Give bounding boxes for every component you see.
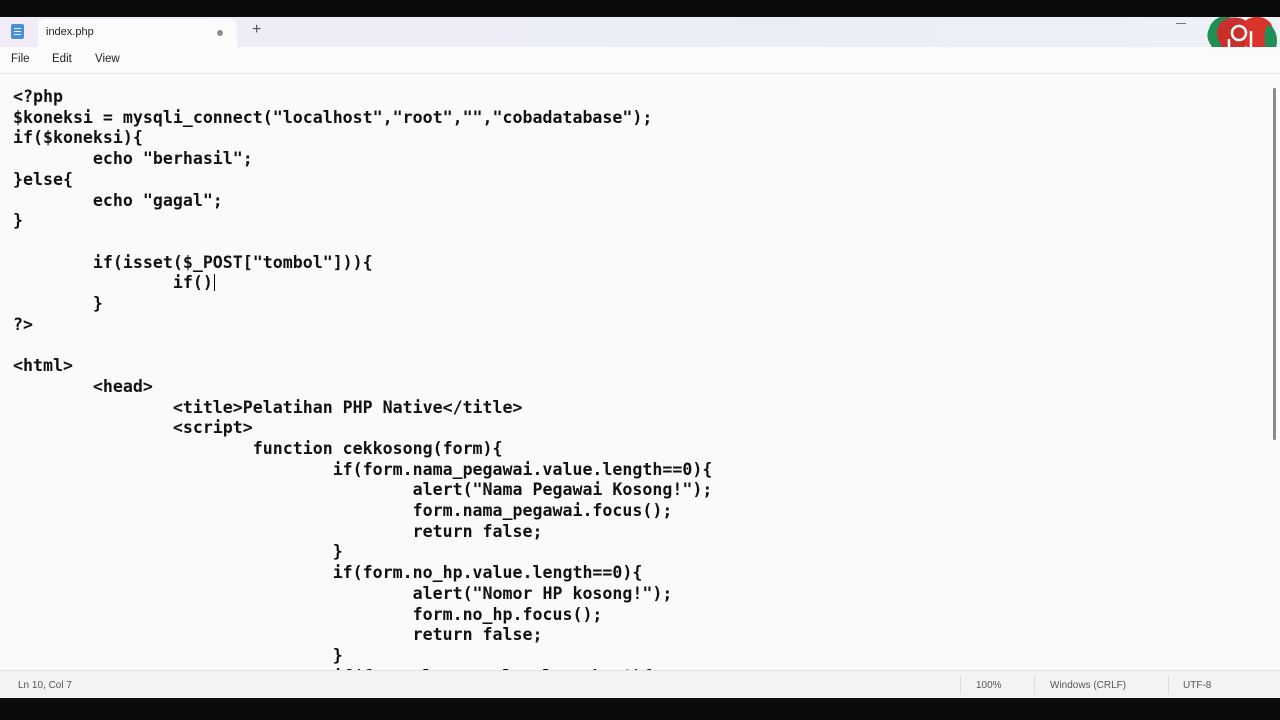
text-editor[interactable]: <?php $koneksi = mysqli_connect("localho… [0, 74, 1270, 670]
vertical-scrollbar[interactable] [1270, 74, 1280, 670]
plus-icon[interactable]: + [252, 21, 261, 39]
code-line: if($koneksi){ [13, 128, 143, 148]
notepad-app-icon [11, 24, 24, 39]
code-line: <title>Pelatihan PHP Native</title> [13, 397, 523, 417]
code-line: $koneksi = mysqli_connect("localhost","r… [13, 107, 653, 127]
menu-file[interactable]: File [11, 53, 30, 65]
code-line: <head> [13, 376, 153, 396]
notepad-window: index.php + File Edit View <?php $koneks… [0, 17, 1280, 698]
code-line: return false; [13, 625, 543, 645]
zoom-level: 100% [976, 680, 1002, 691]
code-line: }else{ [13, 169, 73, 189]
tab-title: index.php [46, 26, 94, 38]
code-line: alert("Nomor HP kosong!"); [13, 583, 673, 603]
code-line: ?> [13, 314, 33, 334]
minimize-icon[interactable] [1176, 23, 1186, 25]
encoding: UTF-8 [1183, 680, 1212, 691]
scrollbar-thumb[interactable] [1273, 88, 1276, 440]
code-line: if(form.no_hp.value.length==0){ [13, 563, 643, 583]
code-line: } [13, 294, 103, 314]
tab-index-php[interactable]: index.php [38, 19, 237, 47]
code-line: <?php [13, 87, 63, 106]
status-divider [1034, 676, 1035, 694]
code-content: <?php $koneksi = mysqli_connect("localho… [13, 87, 712, 670]
code-line: function cekkosong(form){ [13, 438, 503, 458]
code-line: } [13, 645, 343, 665]
code-line: return false; [13, 521, 543, 541]
status-bar: Ln 10, Col 7 100% Windows (CRLF) UTF-8 [0, 670, 1280, 698]
code-line: echo "berhasil"; [13, 149, 253, 169]
code-line: <script> [13, 418, 253, 438]
line-ending: Windows (CRLF) [1050, 680, 1127, 691]
code-line: if(isset($_POST["tombol"])){ [13, 252, 373, 272]
code-line: echo "gagal"; [13, 190, 223, 210]
code-line: <html> [13, 356, 73, 376]
title-bar: index.php + [0, 17, 1280, 75]
code-line: form.nama_pegawai.focus(); [13, 501, 673, 521]
text-cursor [213, 274, 215, 292]
code-line: if() [13, 273, 213, 293]
code-line: } [13, 211, 23, 231]
menu-view[interactable]: View [95, 53, 120, 65]
status-divider [960, 676, 961, 694]
cursor-position: Ln 10, Col 7 [18, 680, 72, 691]
menu-bar: File Edit View [0, 47, 1280, 74]
status-divider [1168, 676, 1169, 694]
unsaved-dot-icon[interactable] [217, 30, 223, 36]
code-line: } [13, 542, 343, 562]
code-line: form.no_hp.focus(); [13, 604, 603, 624]
code-line: if(form.nama_pegawai.value.length==0){ [13, 459, 713, 479]
code-line: alert("Nama Pegawai Kosong!"); [13, 480, 713, 500]
menu-edit[interactable]: Edit [52, 53, 72, 65]
